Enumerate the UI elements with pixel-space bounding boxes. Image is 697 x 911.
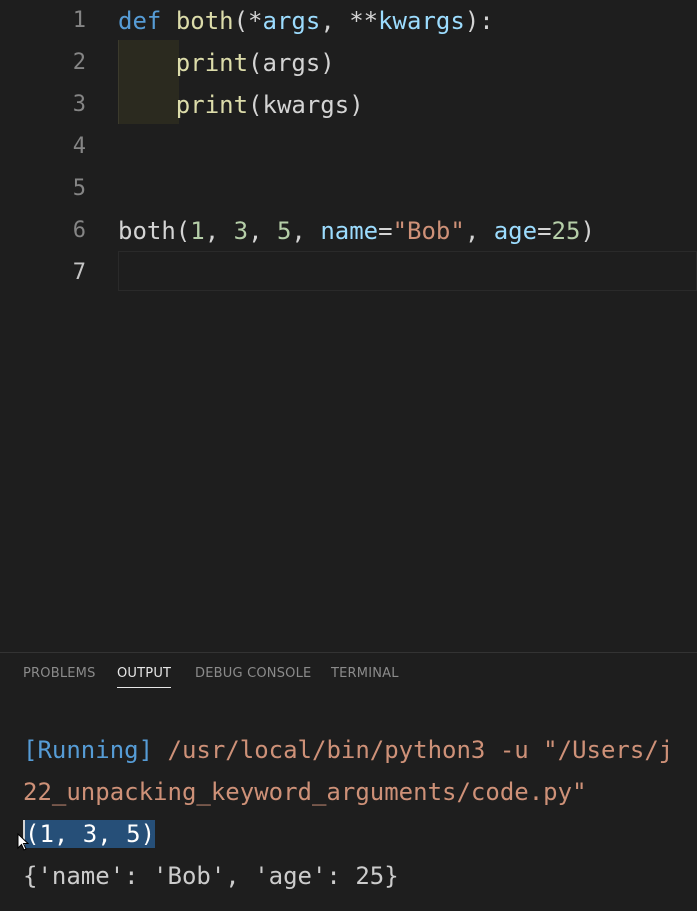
- code-line[interactable]: 5: [0, 168, 697, 210]
- code-token: 1: [190, 217, 205, 245]
- code-token: "Bob": [392, 217, 465, 245]
- line-number: 5: [72, 176, 86, 201]
- output-path-line[interactable]: 22_unpacking_keyword_arguments/code.py": [23, 771, 587, 813]
- code-text[interactable]: print(args): [118, 42, 335, 84]
- code-text[interactable]: def both(*args, **kwargs):: [118, 0, 494, 42]
- code-token: =: [378, 217, 393, 245]
- code-line[interactable]: 7: [0, 252, 697, 294]
- code-token: both: [175, 7, 234, 35]
- line-number: 6: [72, 218, 86, 243]
- code-token: ,: [248, 217, 277, 245]
- code-token: 25: [551, 217, 581, 245]
- code-line[interactable]: 2 print(args): [0, 42, 697, 84]
- tab-debug-console[interactable]: DEBUG CONSOLE: [195, 666, 311, 687]
- running-tag: [Running]: [23, 736, 154, 764]
- output-tuple-line[interactable]: (1, 3, 5): [23, 813, 156, 855]
- line-number: 1: [72, 8, 86, 33]
- code-text[interactable]: print(kwargs): [118, 84, 364, 126]
- code-token: (kwargs): [248, 91, 364, 119]
- panel-tab-bar: PROBLEMS OUTPUT DEBUG CONSOLE TERMINAL: [0, 653, 697, 695]
- code-token: ,: [291, 217, 321, 245]
- arrow-pointer-icon: [17, 833, 29, 851]
- code-token: both(: [118, 217, 191, 245]
- line-number: 4: [72, 134, 86, 159]
- selected-text[interactable]: (1, 3, 5): [23, 820, 156, 848]
- output-dict-line[interactable]: {'name': 'Bob', 'age': 25}: [23, 855, 399, 897]
- tab-problems[interactable]: PROBLEMS: [23, 666, 96, 687]
- code-token: , **: [320, 7, 379, 35]
- code-token: (args): [248, 49, 335, 77]
- running-command: /usr/local/bin/python3 -u "/Users/j: [153, 736, 674, 764]
- code-token: (*: [233, 7, 263, 35]
- code-token: 3: [233, 217, 249, 245]
- line-number: 3: [72, 92, 86, 117]
- code-editor[interactable]: 1 def both(*args, **kwargs): 2 print(arg…: [0, 0, 697, 652]
- code-line[interactable]: 1 def both(*args, **kwargs):: [0, 0, 697, 42]
- tab-terminal[interactable]: TERMINAL: [331, 666, 399, 687]
- code-token: print: [175, 91, 249, 119]
- code-token: kwargs: [378, 7, 465, 35]
- output-running-line[interactable]: [Running] /usr/local/bin/python3 -u "/Us…: [23, 729, 673, 771]
- code-token: age: [493, 217, 538, 245]
- code-token: ,: [204, 217, 234, 245]
- code-line[interactable]: 4: [0, 126, 697, 168]
- code-token: =: [537, 217, 552, 245]
- tab-output[interactable]: OUTPUT: [117, 666, 172, 688]
- code-token: name: [320, 217, 379, 245]
- code-token: args: [262, 7, 321, 35]
- code-text[interactable]: both(1, 3, 5, name="Bob", age=25): [118, 210, 595, 252]
- line-number: 7: [72, 260, 86, 285]
- code-line[interactable]: 3 print(kwargs): [0, 84, 697, 126]
- code-line[interactable]: 6 both(1, 3, 5, name="Bob", age=25): [0, 210, 697, 252]
- code-token: ):: [464, 7, 494, 35]
- code-token: print: [175, 49, 249, 77]
- bottom-panel: PROBLEMS OUTPUT DEBUG CONSOLE TERMINAL […: [0, 652, 697, 911]
- code-token: 5: [276, 217, 292, 245]
- code-token: ,: [464, 217, 494, 245]
- line-number: 2: [72, 50, 86, 75]
- code-token: def: [118, 7, 162, 35]
- code-token: ): [580, 217, 595, 245]
